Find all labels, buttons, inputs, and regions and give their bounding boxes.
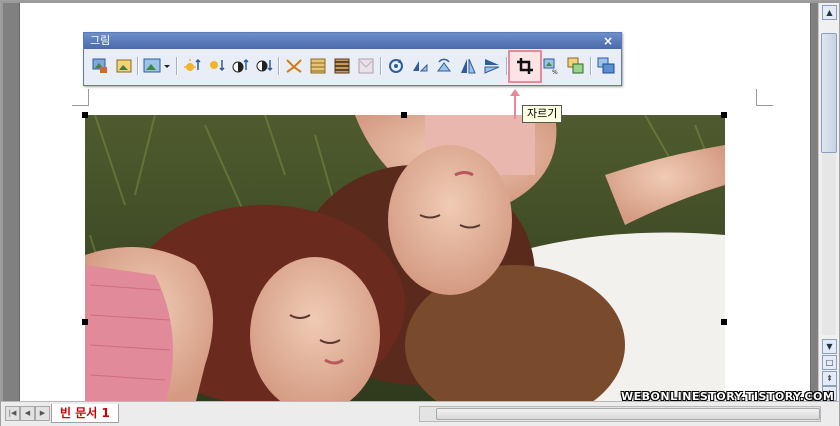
resize-handle-top-center[interactable]: [401, 112, 407, 118]
effect-watermark-icon[interactable]: [356, 56, 376, 76]
mirror-horizontal-icon[interactable]: [458, 56, 478, 76]
effect-blackwhite-icon[interactable]: [332, 56, 352, 76]
toolbar-title: 그림: [90, 34, 111, 47]
brightness-up-icon[interactable]: [182, 56, 202, 76]
horizontal-scroll-thumb[interactable]: [436, 408, 820, 420]
picture-style-icon[interactable]: [142, 56, 162, 76]
picture-properties-icon[interactable]: [596, 56, 616, 76]
toolbar-close-button[interactable]: ×: [603, 33, 613, 49]
previous-page-button[interactable]: ⇞: [822, 371, 837, 386]
rotate-left-icon[interactable]: [434, 56, 454, 76]
contrast-up-icon[interactable]: [230, 56, 250, 76]
page-select-button[interactable]: □: [822, 355, 837, 370]
scroll-up-button[interactable]: ▲: [822, 5, 837, 20]
effect-grayscale-icon[interactable]: [308, 56, 328, 76]
scroll-down-button[interactable]: ▼: [822, 339, 837, 354]
resize-handle-top-right[interactable]: [721, 112, 727, 118]
next-tab-button[interactable]: ▶: [35, 406, 50, 421]
svg-text:%: %: [552, 69, 558, 76]
prev-tab-button[interactable]: ◀: [20, 406, 35, 421]
toolbar-title-bar[interactable]: 그림 ×: [84, 33, 621, 49]
picture-frame-icon[interactable]: [114, 56, 134, 76]
document-tab-bar: |◀ ◀ ▶ 빈 문서 1: [1, 401, 839, 426]
app-window: 그림 × % 자르기 ▲ ▼ □ ⇞ ⇟ |◀ ◀ ▶ 빈 문서 1 WEBON…: [0, 0, 840, 426]
contrast-down-icon[interactable]: [254, 56, 274, 76]
brightness-down-icon[interactable]: [206, 56, 226, 76]
margin-mark-top-right: [756, 89, 773, 106]
picture-replace-icon[interactable]: [566, 56, 586, 76]
horizontal-scrollbar[interactable]: [419, 406, 821, 422]
vertical-scroll-thumb[interactable]: [821, 33, 837, 153]
picture-toolbar: 그림 × %: [83, 32, 622, 86]
mirror-vertical-icon[interactable]: [482, 56, 502, 76]
selected-picture[interactable]: [85, 115, 725, 401]
dropdown-arrow-icon[interactable]: [162, 56, 172, 76]
resize-handle-top-left[interactable]: [82, 112, 88, 118]
callout-arrow-icon: [510, 89, 520, 119]
watermark-text: WEBONLINESTORY.TISTORY.COM: [621, 390, 835, 403]
picture-content: [85, 115, 725, 401]
picture-size-icon[interactable]: %: [542, 56, 562, 76]
resize-handle-middle-right[interactable]: [721, 319, 727, 325]
first-tab-button[interactable]: |◀: [5, 406, 20, 421]
vertical-scrollbar[interactable]: ▲ ▼ □ ⇞ ⇟: [818, 3, 839, 401]
resize-handle-middle-left[interactable]: [82, 319, 88, 325]
flip-icon[interactable]: [410, 56, 430, 76]
rotate-icon[interactable]: [386, 56, 406, 76]
picture-insert-icon[interactable]: [90, 56, 110, 76]
document-tab[interactable]: 빈 문서 1: [51, 404, 119, 423]
toolbar-buttons: %: [88, 50, 617, 83]
margin-mark-top-left: [72, 89, 89, 106]
effect-original-icon[interactable]: [284, 56, 304, 76]
crop-tooltip: 자르기: [522, 105, 563, 123]
crop-icon[interactable]: [515, 56, 535, 76]
